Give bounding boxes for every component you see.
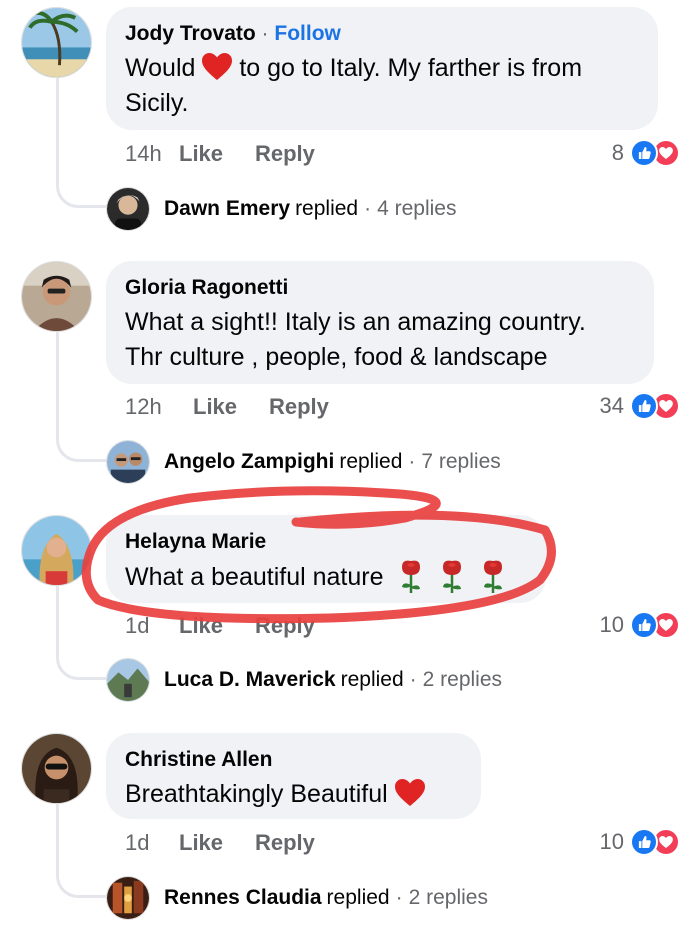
comment-author-row: Helayna Marie xyxy=(125,529,526,555)
avatar[interactable] xyxy=(21,515,92,586)
reaction-summary[interactable]: 10 xyxy=(600,828,680,856)
replied-label: replied xyxy=(295,197,359,220)
comment-actions: 14h Like Reply xyxy=(125,141,315,167)
reply-button[interactable]: Reply xyxy=(255,141,315,167)
comment-actions: 1d Like Reply xyxy=(125,613,315,639)
reply-author: Luca D. Maverick xyxy=(164,668,336,691)
replied-label: replied xyxy=(326,886,390,909)
comment-author-row: Jody Trovato · Follow xyxy=(125,21,638,47)
heart-emoji-icon xyxy=(394,779,425,807)
reply-count: 4 replies xyxy=(377,197,457,220)
comment-author[interactable]: Gloria Ragonetti xyxy=(125,276,288,299)
reply-author: Angelo Zampighi xyxy=(164,450,335,473)
reply-author: Dawn Emery xyxy=(164,197,291,220)
comment-bubble: Jody Trovato · Follow Would to go to Ita… xyxy=(106,7,658,130)
view-replies-link[interactable]: Luca D. Maverick replied · 2 replies xyxy=(106,658,502,702)
reaction-summary[interactable]: 34 xyxy=(600,392,680,420)
separator-dot: · xyxy=(409,668,417,691)
comment-author[interactable]: Jody Trovato xyxy=(125,22,256,45)
avatar[interactable] xyxy=(21,261,92,332)
reaction-summary[interactable]: 8 xyxy=(612,139,680,167)
rose-emoji-icon xyxy=(398,559,424,593)
comment-timestamp[interactable]: 1d xyxy=(125,830,179,856)
avatar xyxy=(106,658,150,702)
comment-timestamp[interactable]: 12h xyxy=(125,394,193,420)
comment-actions: 1d Like Reply xyxy=(125,830,315,856)
comment-author-row: Christine Allen xyxy=(125,747,461,773)
reaction-count: 10 xyxy=(599,829,624,854)
like-button[interactable]: Like xyxy=(193,394,269,420)
avatar xyxy=(106,876,150,920)
view-replies-link[interactable]: Dawn Emery replied · 4 replies xyxy=(106,187,457,231)
follow-button[interactable]: Follow xyxy=(274,22,341,45)
comment-author-row: Gloria Ragonetti xyxy=(125,275,634,301)
like-button[interactable]: Like xyxy=(179,141,255,167)
separator-dot: · xyxy=(408,450,416,473)
comment-actions: 12h Like Reply xyxy=(125,394,329,420)
rose-emoji-icon xyxy=(480,559,506,593)
comment-text: Breathtakingly Beautiful xyxy=(125,777,461,812)
reply-button[interactable]: Reply xyxy=(269,394,329,420)
like-reaction-icon xyxy=(630,611,658,639)
reply-count: 7 replies xyxy=(421,450,501,473)
reply-author: Rennes Claudia xyxy=(164,886,322,909)
comment-bubble: Christine Allen Breathtakingly Beautiful xyxy=(106,733,481,819)
reaction-count: 34 xyxy=(599,393,624,418)
heart-emoji-icon xyxy=(202,53,233,81)
comment-timestamp[interactable]: 14h xyxy=(125,141,179,167)
comment-text: What a beautiful nature xyxy=(125,559,526,595)
reply-count: 2 replies xyxy=(422,668,503,691)
thread-connector-line xyxy=(56,586,106,680)
separator-dot: · xyxy=(261,22,269,45)
reaction-summary[interactable]: 10 xyxy=(600,611,680,639)
comment-author[interactable]: Christine Allen xyxy=(125,748,272,771)
like-reaction-icon xyxy=(630,392,658,420)
comment-text-part: Sicily. xyxy=(125,89,189,117)
like-reaction-icon xyxy=(630,139,658,167)
avatar[interactable] xyxy=(21,733,92,804)
avatar[interactable] xyxy=(21,7,92,78)
like-button[interactable]: Like xyxy=(179,830,255,856)
reply-button[interactable]: Reply xyxy=(255,613,315,639)
view-replies-link[interactable]: Angelo Zampighi replied · 7 replies xyxy=(106,440,501,484)
comment-text-part: to go to Italy. My farther is from xyxy=(239,54,583,82)
comment-bubble: Gloria Ragonetti What a sight!! Italy is… xyxy=(106,261,654,384)
reaction-count: 8 xyxy=(611,140,624,165)
comment-bubble: Helayna Marie What a beautiful nature xyxy=(106,515,546,603)
comment-timestamp[interactable]: 1d xyxy=(125,613,179,639)
reply-button[interactable]: Reply xyxy=(255,830,315,856)
thread-connector-line xyxy=(56,332,106,462)
comment-text: Would to go to Italy. My farther is from… xyxy=(125,51,638,121)
comment-text-part: What a beautiful nature xyxy=(125,563,384,591)
replied-label: replied xyxy=(340,668,404,691)
thread-connector-line xyxy=(56,78,106,208)
comment-text-part: Thr culture , people, food & landscape xyxy=(125,343,548,371)
comment-author[interactable]: Helayna Marie xyxy=(125,530,266,553)
comment-text-part: Would xyxy=(125,54,196,82)
view-replies-link[interactable]: Rennes Claudia replied · 2 replies xyxy=(106,876,488,920)
separator-dot: · xyxy=(395,886,403,909)
reaction-count: 10 xyxy=(599,612,624,637)
comment-text: What a sight!! Italy is an amazing count… xyxy=(125,305,634,375)
comment-text-part: What a sight!! Italy is an amazing count… xyxy=(125,308,586,336)
separator-dot: · xyxy=(364,197,372,220)
comment-text-part: Breathtakingly Beautiful xyxy=(125,780,388,808)
thread-connector-line xyxy=(56,804,106,898)
rose-emoji-icon xyxy=(439,559,465,593)
replied-label: replied xyxy=(339,450,403,473)
avatar xyxy=(106,187,150,231)
like-reaction-icon xyxy=(630,828,658,856)
reply-count: 2 replies xyxy=(408,886,488,909)
like-button[interactable]: Like xyxy=(179,613,255,639)
avatar xyxy=(106,440,150,484)
